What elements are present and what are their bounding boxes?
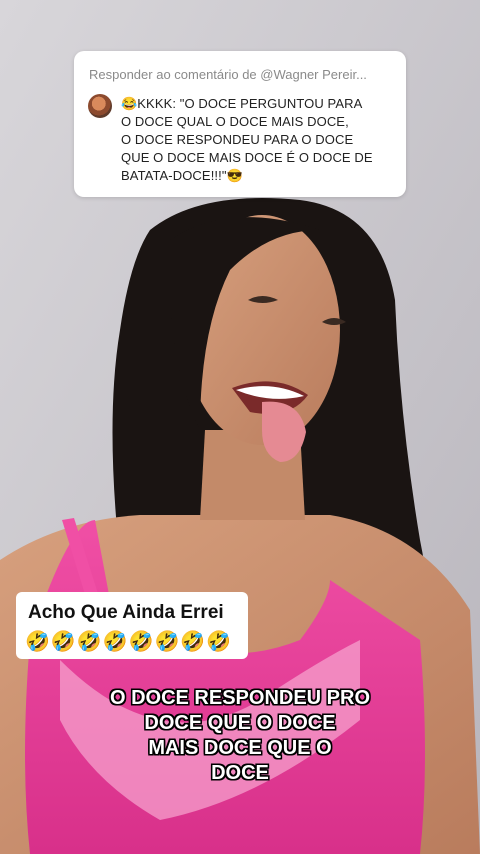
reply-comment-text: 😂KKKK: "O DOCE PERGUNTOU PARA O DOCE QUA… xyxy=(121,95,401,185)
laughing-emoji-row: 🤣🤣🤣🤣🤣🤣🤣🤣 xyxy=(25,631,233,653)
comment-line: O DOCE RESPONDEU PARA O DOCE xyxy=(121,132,354,147)
sticker-title: Acho Que Ainda Errei xyxy=(28,602,224,623)
caption-line: O DOCE RESPONDEU PRO xyxy=(109,687,371,709)
reply-header: Responder ao comentário de @Wagner Perei… xyxy=(89,67,367,82)
text-sticker: Acho Que Ainda Errei 🤣🤣🤣🤣🤣🤣🤣🤣 xyxy=(16,592,248,659)
caption-line: MAIS DOCE QUE O xyxy=(148,737,332,759)
comment-line: 😂KKKK: "O DOCE PERGUNTOU PARA xyxy=(121,96,363,111)
comment-line: BATATA-DOCE!!!"😎 xyxy=(121,168,243,183)
comment-line: QUE O DOCE MAIS DOCE É O DOCE DE xyxy=(121,150,373,165)
comment-line: O DOCE QUAL O DOCE MAIS DOCE, xyxy=(121,114,349,129)
caption-line: DOCE QUE O DOCE xyxy=(144,712,336,734)
caption-line: DOCE xyxy=(211,762,269,784)
reply-comment-card[interactable]: Responder ao comentário de @Wagner Perei… xyxy=(74,51,406,197)
video-caption: O DOCE RESPONDEU PRO DOCE QUE O DOCE MAI… xyxy=(80,686,400,786)
commenter-avatar xyxy=(88,94,112,118)
